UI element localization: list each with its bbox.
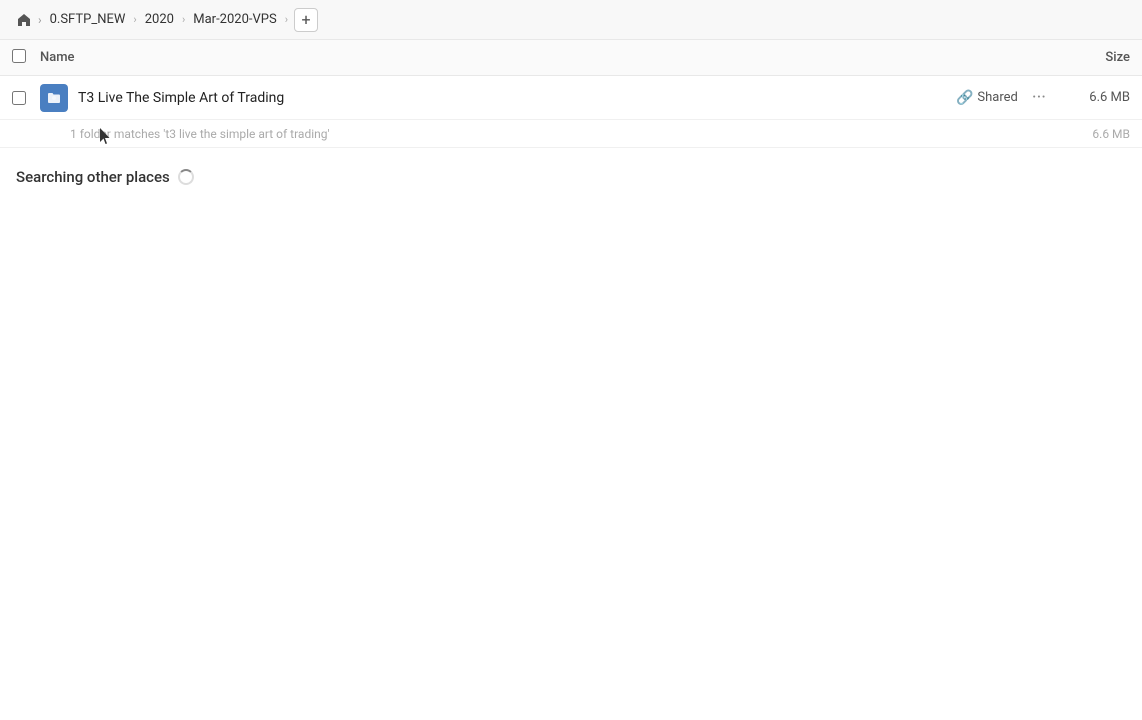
searching-label: Searching other places	[16, 168, 1126, 186]
searching-section: Searching other places	[0, 148, 1142, 196]
chevron-1: ›	[133, 13, 136, 26]
add-tab-button[interactable]: +	[294, 8, 318, 32]
breadcrumb-bar: › 0.SFTP_NEW › 2020 › Mar-2020-VPS › +	[0, 0, 1142, 40]
shared-badge: 🔗 Shared	[956, 90, 1018, 106]
column-size-header: Size	[1050, 50, 1130, 65]
select-all-checkbox[interactable]	[12, 49, 32, 67]
chevron-3: ›	[285, 13, 288, 26]
row-checkbox[interactable]	[12, 91, 32, 105]
file-name: T3 Live The Simple Art of Trading	[78, 90, 956, 106]
match-info-text: 1 folder matches 't3 live the simple art…	[70, 127, 1050, 141]
breadcrumb-item-0[interactable]: 0.SFTP_NEW	[44, 10, 132, 29]
table-header: Name Size	[0, 40, 1142, 76]
folder-icon	[40, 84, 68, 112]
chevron-2: ›	[182, 13, 185, 26]
breadcrumb-item-2[interactable]: Mar-2020-VPS	[187, 10, 282, 29]
more-options-button[interactable]: ···	[1028, 85, 1050, 110]
match-info-size: 6.6 MB	[1050, 127, 1130, 141]
sep-0: ›	[38, 13, 42, 27]
breadcrumb-item-1[interactable]: 2020	[139, 10, 180, 29]
file-actions: 🔗 Shared ···	[956, 85, 1050, 110]
home-button[interactable]	[12, 8, 36, 32]
table-row[interactable]: T3 Live The Simple Art of Trading 🔗 Shar…	[0, 76, 1142, 120]
shared-label: Shared	[977, 90, 1017, 105]
searching-text: Searching other places	[16, 168, 170, 186]
link-icon: 🔗	[956, 90, 973, 106]
column-name-header: Name	[40, 50, 1050, 65]
loading-spinner	[178, 169, 194, 185]
match-info-row: 1 folder matches 't3 live the simple art…	[0, 120, 1142, 148]
file-size: 6.6 MB	[1050, 90, 1130, 105]
